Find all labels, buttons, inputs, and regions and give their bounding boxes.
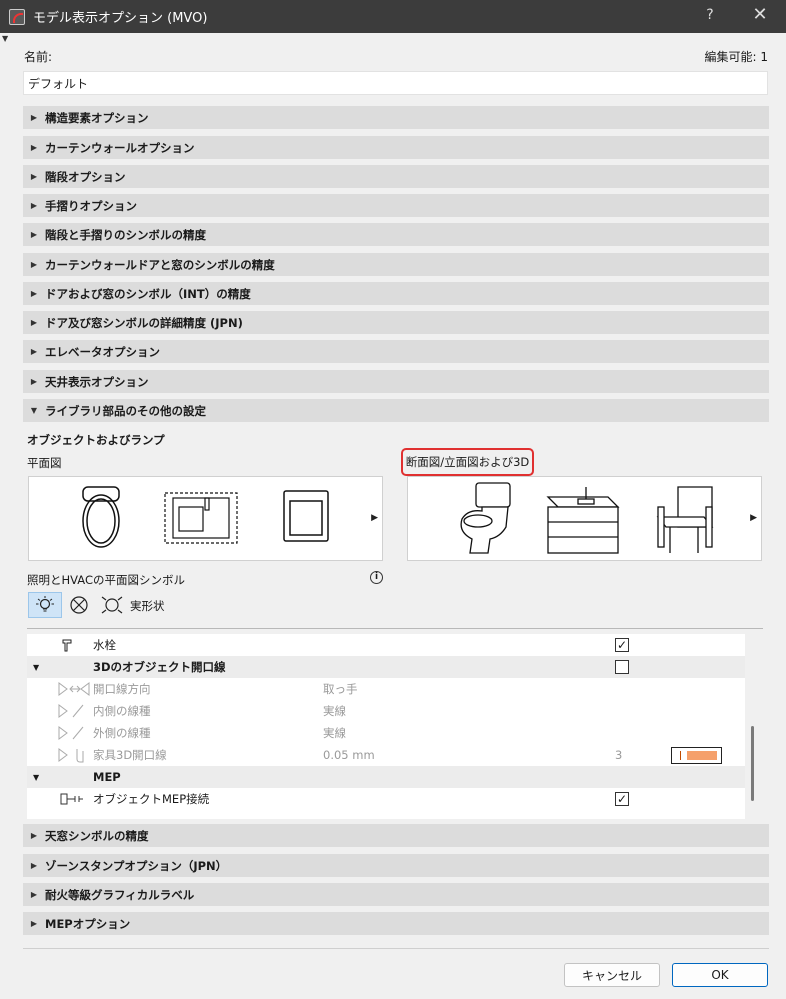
mep-connection-checkbox[interactable]: ✓ [615,792,629,806]
cancel-button[interactable]: キャンセル [564,963,660,987]
3d-symbols [460,482,714,554]
expand-icon: ▶ [30,318,38,327]
expand-icon: ▶ [30,831,38,840]
section-stair-railing-symbol[interactable]: ▶ 階段と手摺りのシンボルの精度 [23,223,769,246]
table-scrollbar[interactable] [751,726,754,801]
name-field[interactable] [23,71,768,95]
chair-plan-icon [283,490,329,542]
footer-separator [23,948,769,949]
furniture-opening-line-icon [58,748,84,763]
expand-icon: ▶ [30,201,38,210]
separator [27,628,763,629]
next-arrow-icon[interactable]: ▶ [750,513,757,523]
section-fire-rating-label[interactable]: ▶ 耐火等級グラフィカルラベル [23,883,769,906]
chair-3d-icon [656,486,714,553]
section-railing-options[interactable]: ▶ 手摺りオプション [23,194,769,217]
toilet-3d-icon [460,482,511,554]
section-door-window-jpn[interactable]: ▶ ドア及び窓シンボルの詳細精度 (JPN) [23,311,769,334]
vanity-3d-icon [546,487,620,554]
real-shape-icon [101,596,123,614]
real-shape-symbol-button[interactable] [98,592,126,618]
section-door-window-int[interactable]: ▶ ドアおよび窓のシンボル（INT）の精度 [23,282,769,305]
circle-cross-symbol-button[interactable] [66,592,92,618]
window-title: モデル表示オプション (MVO) [33,11,208,26]
section-elevator-options[interactable]: ▶ エレベータオプション [23,340,769,363]
expand-icon: ▶ [30,143,38,152]
table-row[interactable]: オブジェクトMEP接続 ✓ [27,788,745,810]
expand-icon: ▶ [30,377,38,386]
section-preview[interactable]: ▶ [407,476,762,561]
toilet-plan-icon [82,486,120,548]
table-row[interactable]: 内側の線種 実線 [27,700,745,722]
light-bulb-icon [36,596,54,612]
app-icon [9,8,25,25]
collapse-icon: ▼ [30,406,38,415]
plan-symbols [82,486,329,548]
plan-preview[interactable]: ▶ [28,476,383,561]
expand-icon: ▶ [30,172,38,181]
expand-icon: ▶ [30,890,38,899]
collapse-all-icon[interactable]: ▼ [2,34,8,43]
table-row[interactable]: 外側の線種 実線 [27,722,745,744]
expand-icon: ▶ [30,230,38,239]
ok-button[interactable]: OK [672,963,768,987]
name-label: 名前: [24,50,53,64]
table-row[interactable]: 家具3D開口線 0.05 mm 3 [27,744,745,766]
editable-count: 編集可能: 1 [704,50,769,64]
next-arrow-icon[interactable]: ▶ [371,513,378,523]
section-mep-options[interactable]: ▶ MEPオプション [23,912,769,935]
section-ceiling-options[interactable]: ▶ 天井表示オプション [23,370,769,393]
outer-line-type-icon [58,726,84,740]
expand-icon: ▶ [30,919,38,928]
section-library-other[interactable]: ▼ ライブラリ部品のその他の設定 [23,399,769,422]
table-group-row[interactable]: ▼ MEP [27,766,745,788]
section-zone-stamp-jpn[interactable]: ▶ ゾーンスタンプオプション（JPN） [23,854,769,877]
expand-icon: ▶ [30,113,38,122]
faucet-icon [62,639,72,652]
light-bulb-symbol-button[interactable] [28,592,62,618]
section-cw-door-window-symbol[interactable]: ▶ カーテンウォールドアと窓のシンボルの精度 [23,253,769,276]
expand-icon: ▶ [30,289,38,298]
section-stair-options[interactable]: ▶ 階段オプション [23,165,769,188]
section-skylight-symbol[interactable]: ▶ 天窓シンボルの精度 [23,824,769,847]
help-button[interactable]: ? [700,7,720,23]
settings-table: 水栓 ✓ ▼ 3Dのオブジェクト開口線 開口線方向 取っ手 内側の線種 実線 外… [27,634,745,819]
expand-icon: ▶ [30,260,38,269]
collapse-icon: ▼ [33,772,40,782]
lighting-hvac-label: 照明とHVACの平面図シンボル [27,573,185,587]
plan-label: 平面図 [27,456,62,470]
mep-connection-icon [60,793,83,805]
opening-lines-checkbox[interactable] [615,660,629,674]
expand-icon: ▶ [30,347,38,356]
table-row[interactable]: 水栓 ✓ [27,634,745,656]
section-structure-options[interactable]: ▶ 構造要素オプション [23,106,769,129]
collapse-icon: ▼ [33,662,40,672]
section-curtainwall-options[interactable]: ▶ カーテンウォールオプション [23,136,769,159]
expand-icon: ▶ [30,861,38,870]
close-button[interactable]: ✕ [748,4,772,25]
title-bar: モデル表示オプション (MVO) ? ✕ [0,0,786,33]
inner-line-type-icon [58,704,84,718]
table-group-row[interactable]: ▼ 3Dのオブジェクト開口線 [27,656,745,678]
real-shape-label: 実形状 [130,599,165,613]
section-elevation-3d-label: 断面図/立面図および3D [401,448,534,476]
objects-lamps-title: オブジェクトおよびランプ [27,433,165,447]
opening-direction-icon [58,682,90,696]
faucet-checkbox[interactable]: ✓ [615,638,629,652]
circle-x-icon [70,596,88,614]
pen-color-swatch[interactable] [671,747,722,764]
table-row[interactable]: 開口線方向 取っ手 [27,678,745,700]
vanity-plan-icon [164,492,238,544]
info-icon[interactable]: i [370,571,383,584]
